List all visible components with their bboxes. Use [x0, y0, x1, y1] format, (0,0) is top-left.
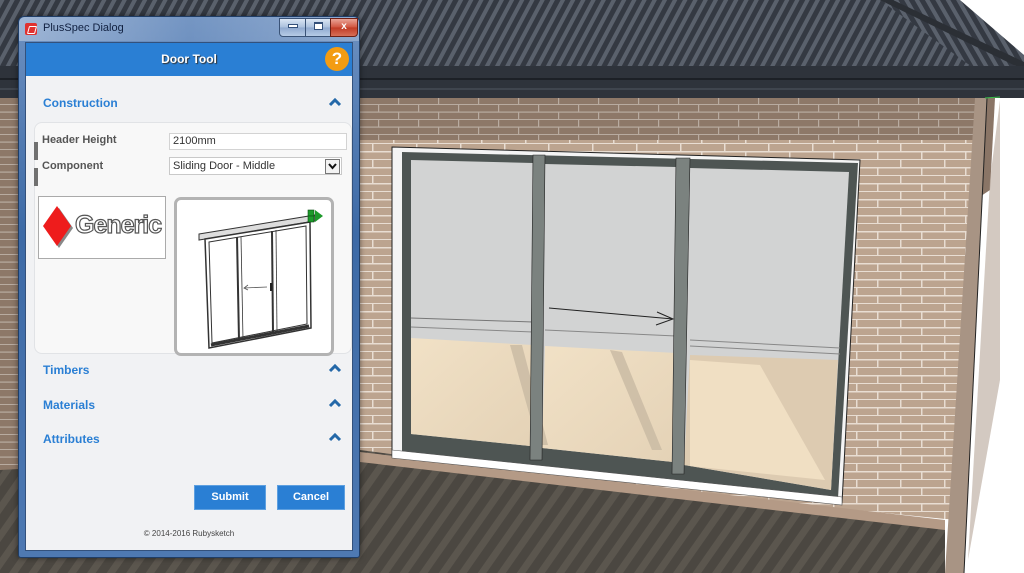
logo-text: Generic: [74, 210, 162, 239]
minimize-button[interactable]: [279, 18, 306, 37]
component-label: Component: [42, 160, 104, 172]
chevron-up-icon[interactable]: [328, 97, 342, 107]
section-construction[interactable]: Construction: [43, 96, 118, 110]
chevron-up-icon[interactable]: [328, 363, 342, 373]
brick-wall-upper: [360, 98, 980, 145]
close-button[interactable]: x: [330, 18, 358, 37]
chevron-down-icon: [328, 163, 337, 170]
header-height-label: Header Height: [42, 134, 117, 146]
component-selected-value: Sliding Door - Middle: [173, 160, 276, 172]
header-height-input[interactable]: [169, 133, 347, 150]
sliding-door-preview[interactable]: [174, 197, 334, 356]
dialog-header: Door Tool ?: [26, 43, 352, 76]
close-icon: x: [341, 21, 347, 32]
sliding-door[interactable]: [391, 152, 858, 506]
window-title: PlusSpec Dialog: [43, 22, 124, 34]
generic-diamond-icon: [43, 206, 73, 248]
section-timbers[interactable]: Timbers: [43, 363, 89, 377]
row-marker: [34, 168, 38, 186]
dropdown-button[interactable]: [325, 159, 340, 174]
minimize-icon: [287, 24, 298, 29]
maximize-icon: [313, 22, 323, 31]
submit-button[interactable]: Submit: [194, 485, 266, 510]
section-materials[interactable]: Materials: [43, 398, 95, 412]
cancel-button[interactable]: Cancel: [277, 485, 345, 510]
help-icon[interactable]: ?: [325, 47, 349, 71]
dialog-content: Door Tool ? Construction Header Height C…: [25, 42, 353, 551]
maximize-button[interactable]: [305, 18, 331, 37]
manufacturer-logo[interactable]: Generic: [38, 196, 166, 259]
component-select[interactable]: Sliding Door - Middle: [169, 157, 342, 175]
chevron-up-icon[interactable]: [328, 398, 342, 408]
green-marker-icon: [307, 209, 315, 217]
sketchup-app-icon: [25, 23, 37, 35]
chevron-up-icon[interactable]: [328, 432, 342, 442]
row-marker: [34, 142, 38, 160]
copyright-text: © 2014-2016 Rubysketch: [143, 529, 235, 538]
plusspec-dialog-window: PlusSpec Dialog x Door Tool ? Constructi…: [18, 16, 360, 558]
sliding-door-preview-icon: [198, 209, 323, 349]
dialog-title: Door Tool: [161, 52, 217, 66]
section-attributes[interactable]: Attributes: [43, 432, 100, 446]
